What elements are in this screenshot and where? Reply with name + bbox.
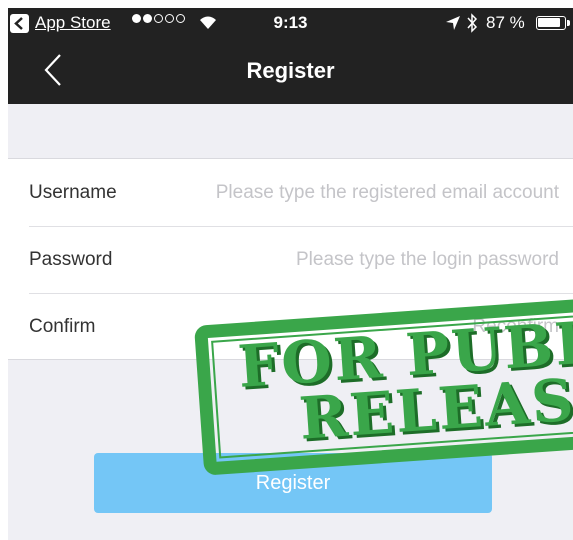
page-title: Register [246,58,335,83]
location-arrow-icon [446,16,460,30]
register-screen: App Store 9:13 87 % Register Username Pl… [8,8,573,540]
username-label: Username [29,181,117,203]
username-row: Username [29,159,573,226]
register-button[interactable]: Register [94,453,492,513]
bluetooth-icon [467,13,478,33]
stamp-line-2: RELEASE [297,362,573,453]
confirm-row: Confirm [29,293,573,360]
battery-percent: 87 % [486,13,525,32]
password-input[interactable] [149,249,573,271]
status-bar: App Store 9:13 87 % [8,8,573,38]
confirm-label: Confirm [29,316,96,337]
username-input[interactable] [149,181,573,204]
battery-fill [538,18,560,27]
confirm-password-input[interactable] [149,316,573,338]
navigation-bar: Register [8,38,573,104]
register-form: Username Password Confirm [8,158,573,360]
password-label: Password [29,249,113,270]
password-row: Password [29,226,573,293]
battery-tip [567,20,570,26]
battery-icon [536,16,566,30]
